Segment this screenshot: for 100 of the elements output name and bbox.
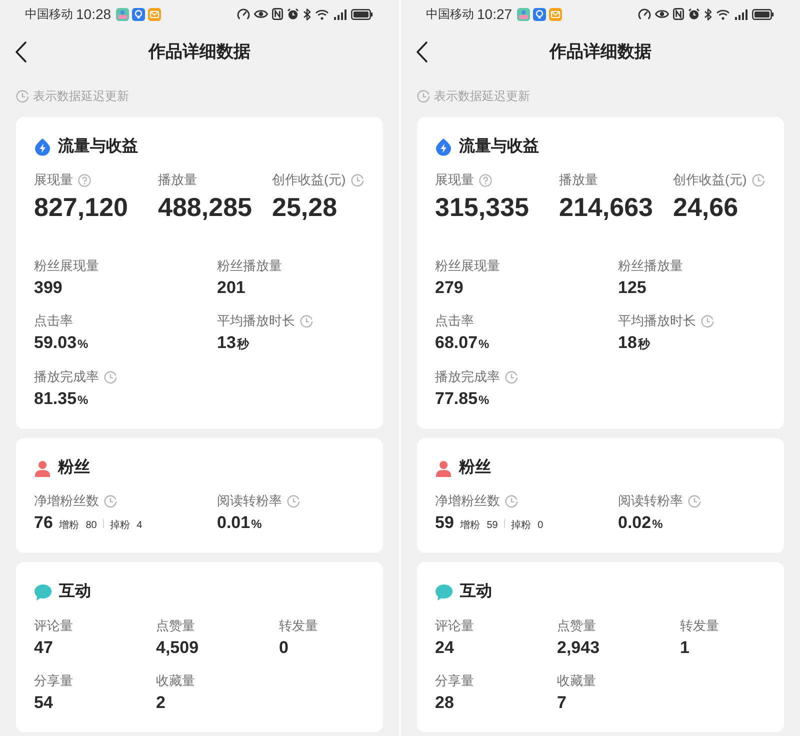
metric-value: 4,509 xyxy=(156,637,199,659)
bluetooth-icon xyxy=(303,8,311,20)
lightbulb-icon xyxy=(132,8,146,20)
app-icon xyxy=(517,8,530,20)
metric-value: 0.02% xyxy=(618,512,663,534)
battery-icon xyxy=(351,8,373,20)
clock-icon xyxy=(417,90,430,102)
metric-label: 评论量 xyxy=(34,617,73,635)
metric-value: 54 xyxy=(34,692,53,714)
alarm-icon xyxy=(688,8,700,20)
wifi-icon xyxy=(716,8,730,20)
metric-label: 阅读转粉率 xyxy=(618,492,683,510)
metric-value: 2,943 xyxy=(557,637,600,659)
metric-label: 净增粉丝数 xyxy=(435,492,500,510)
metric-label: 播放量 xyxy=(559,171,598,189)
metric-label: 播放完成率 xyxy=(435,368,500,386)
chat-bubble-icon xyxy=(435,584,453,600)
section-title: 互动 xyxy=(460,582,492,602)
metric-label: 展现量 xyxy=(34,171,73,189)
bolt-icon xyxy=(435,138,452,156)
eye-icon xyxy=(655,9,669,19)
metric-value: 13秒 xyxy=(217,332,249,354)
metric-label: 粉丝展现量 xyxy=(435,257,500,275)
breakdown-text: 掉粉 0 xyxy=(510,519,544,533)
lightbulb-icon xyxy=(533,8,546,20)
metric-label: 点击率 xyxy=(34,312,73,330)
metric-value: 1 xyxy=(680,637,690,659)
page-title: 作品详细数据 xyxy=(147,40,252,62)
gauge-icon xyxy=(237,8,250,20)
carrier-text: 中国移动 xyxy=(426,6,474,22)
clock-time: 10:27 xyxy=(477,6,512,22)
person-icon xyxy=(435,460,452,476)
metric-value: 24 xyxy=(435,637,454,659)
battery-icon xyxy=(752,8,774,20)
chat-bubble-icon xyxy=(34,584,52,600)
metric-label: 粉丝展现量 xyxy=(34,257,99,275)
metric-value: 827,120 xyxy=(34,191,128,223)
metric-label: 点赞量 xyxy=(557,617,596,635)
page-title: 作品详细数据 xyxy=(548,40,652,62)
metric-label: 平均播放时长 xyxy=(217,312,295,330)
gauge-icon xyxy=(638,8,651,20)
metric-label: 创作收益(元) xyxy=(673,171,747,189)
metric-label: 粉丝播放量 xyxy=(618,257,683,275)
nfc-icon xyxy=(673,8,684,20)
metric-label: 创作收益(元) xyxy=(272,171,346,189)
metric-label: 分享量 xyxy=(435,672,474,690)
section-title: 流量与收益 xyxy=(459,136,539,157)
wifi-icon xyxy=(315,8,329,20)
metric-value: 0 xyxy=(279,637,288,659)
metric-label: 收藏量 xyxy=(557,672,596,690)
back-icon[interactable] xyxy=(416,40,428,62)
carrier-text: 中国移动 xyxy=(25,6,73,22)
section-title: 粉丝 xyxy=(58,458,90,478)
section-title: 互动 xyxy=(59,582,91,602)
signal-icon xyxy=(734,8,748,20)
mail-icon xyxy=(549,8,562,20)
metric-value: 47 xyxy=(34,637,53,659)
signal-icon xyxy=(333,8,347,20)
metric-value: 68.07% xyxy=(435,332,490,354)
metric-value: 201 xyxy=(217,277,246,299)
metric-value: 0.01% xyxy=(217,512,262,534)
back-icon[interactable] xyxy=(15,40,27,62)
metric-label: 展现量 xyxy=(435,171,474,189)
bluetooth-icon xyxy=(704,8,712,20)
notice-text: 表示数据延迟更新 xyxy=(434,88,530,104)
nfc-icon xyxy=(272,8,283,20)
person-icon xyxy=(34,460,51,476)
metric-label: 播放量 xyxy=(158,171,197,189)
metric-value: 76 xyxy=(34,512,53,534)
breakdown-text: 掉粉 4 xyxy=(110,519,142,533)
metric-value: 214,663 xyxy=(559,191,653,223)
metric-value: 59 xyxy=(435,512,454,534)
eye-icon xyxy=(254,9,268,19)
metric-label: 粉丝播放量 xyxy=(217,257,282,275)
metric-value: 7 xyxy=(557,692,566,714)
metric-value: 488,285 xyxy=(158,191,252,223)
metric-value: 25,28 xyxy=(272,191,338,223)
metric-label: 转发量 xyxy=(680,617,719,635)
metric-value: 59.03% xyxy=(34,332,88,354)
metric-value: 18秒 xyxy=(618,332,650,354)
section-title: 粉丝 xyxy=(459,458,491,478)
metric-value: 77.85% xyxy=(435,388,490,410)
metric-label: 净增粉丝数 xyxy=(34,492,99,510)
clock-icon xyxy=(16,90,29,102)
app-icon xyxy=(116,8,130,20)
metric-label: 点赞量 xyxy=(156,617,195,635)
metric-label: 转发量 xyxy=(279,617,318,635)
metric-value: 315,335 xyxy=(435,191,529,223)
metric-value: 24,66 xyxy=(673,191,738,223)
breakdown-text: 增粉 59 xyxy=(460,519,498,533)
breakdown-text: 增粉 80 xyxy=(58,519,97,533)
metric-label: 点击率 xyxy=(435,312,474,330)
metric-value: 125 xyxy=(618,277,646,299)
mail-icon xyxy=(148,8,162,20)
metric-value: 399 xyxy=(34,277,62,299)
metric-label: 播放完成率 xyxy=(34,368,99,386)
clock-time: 10:28 xyxy=(76,6,112,22)
metric-label: 平均播放时长 xyxy=(618,312,696,330)
alarm-icon xyxy=(287,8,299,20)
metric-value: 81.35% xyxy=(34,388,88,410)
